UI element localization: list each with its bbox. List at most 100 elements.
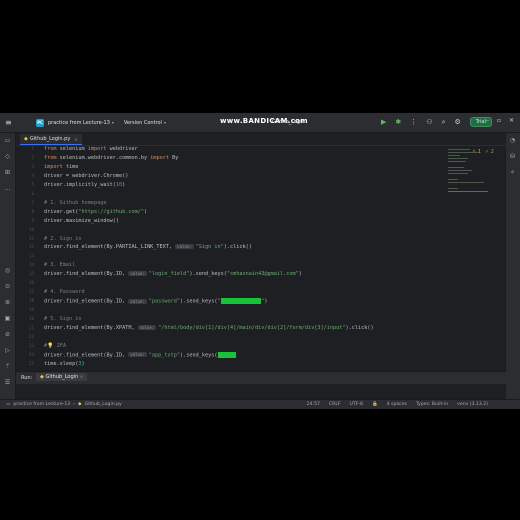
- status-bar: ▭ practice from Lecture-13 › ◆ Github_Lo…: [0, 399, 520, 409]
- code-line[interactable]: driver.find_element(By.ID, value: "login_…: [44, 271, 302, 277]
- run-tab-github-login[interactable]: ◆ Github_Login ✕: [36, 373, 88, 381]
- settings-icon[interactable]: ⚙: [455, 118, 461, 126]
- database-icon[interactable]: ⛁: [509, 153, 516, 160]
- chevron-down-icon[interactable]: ▾: [164, 120, 166, 125]
- code-line[interactable]: driver.maximize_window(): [44, 218, 119, 224]
- close-icon[interactable]: ✕: [509, 117, 514, 124]
- notifications-icon[interactable]: ◔: [509, 137, 516, 144]
- maximize-icon[interactable]: ▫: [497, 117, 501, 124]
- code-minimap[interactable]: [448, 149, 498, 209]
- code-line[interactable]: driver.implicitly_wait(10): [44, 182, 125, 188]
- account-icon[interactable]: ⚇: [426, 118, 432, 126]
- code-token: selenium: [59, 146, 88, 152]
- breadcrumb-project[interactable]: practice from Lecture-13: [13, 402, 70, 407]
- version-control-menu[interactable]: Version Control: [124, 120, 162, 126]
- string-token: "Sign in": [195, 244, 224, 251]
- code-line[interactable]: import time: [44, 164, 78, 170]
- code-line[interactable]: driver = webdriver.Chrome(): [44, 173, 128, 179]
- hamburger-menu-icon[interactable]: ≡: [5, 118, 12, 127]
- parameter-hint: value:: [137, 325, 157, 330]
- tab-github-login[interactable]: ◆ Github_Login.py ✕: [20, 134, 82, 145]
- ai-assistant-icon[interactable]: ✧: [509, 169, 516, 176]
- python-interpreter[interactable]: venv (3.13.2): [457, 402, 488, 407]
- terminal-icon[interactable]: ▣: [4, 315, 11, 322]
- code-line[interactable]: # 3. Email: [44, 262, 75, 268]
- types-setting[interactable]: Types: Built-in: [416, 402, 448, 407]
- code-token: ).click(): [223, 244, 252, 251]
- debug-icon[interactable]: ✱: [395, 118, 401, 126]
- line-number: 22: [28, 333, 34, 339]
- code-line[interactable]: time.sleep(3): [44, 361, 85, 367]
- run-output-area[interactable]: [16, 384, 506, 398]
- keyword-token: from: [44, 154, 60, 161]
- line-number: 14: [28, 262, 34, 268]
- code-line[interactable]: # 1. Github homepage: [44, 200, 106, 206]
- code-line[interactable]: driver.find_element(By.XPATH, value: "/ht…: [44, 325, 374, 331]
- parameter-hint: value:: [128, 298, 147, 304]
- string-token: "login_field": [148, 271, 190, 278]
- run-configuration-selector[interactable]: Github_Login: [272, 119, 305, 125]
- window-controls: – ▫ ✕: [486, 117, 514, 124]
- code-line[interactable]: driver.get("https://github.com/"): [44, 209, 147, 215]
- version-control-tool-icon[interactable]: ᛘ: [4, 363, 11, 370]
- line-number: 12: [28, 244, 34, 250]
- comment-token: # 1. Github homepage: [44, 199, 107, 206]
- line-number: 16: [28, 280, 34, 286]
- comment-token: # 4. Password: [44, 289, 85, 296]
- more-tools-icon[interactable]: …: [4, 185, 11, 192]
- services-icon[interactable]: ⊛: [4, 299, 11, 306]
- search-icon[interactable]: ⌕: [442, 118, 446, 127]
- project-tool-icon[interactable]: ▭: [4, 137, 11, 144]
- chevron-down-icon[interactable]: ▾: [112, 120, 114, 125]
- close-tab-icon[interactable]: ✕: [74, 137, 77, 142]
- code-line[interactable]: from selenium import webdriver: [44, 146, 138, 152]
- python-console-icon[interactable]: ⊙: [4, 283, 11, 290]
- structure-tool-icon[interactable]: ⊞: [4, 169, 11, 176]
- code-line[interactable]: # 2. Sign in: [44, 236, 81, 242]
- code-line[interactable]: # 5. Sign in: [44, 316, 81, 322]
- run-icon[interactable]: ▶: [381, 118, 386, 126]
- line-number: 10: [28, 226, 34, 232]
- line-number: 6: [31, 190, 34, 196]
- line-number: 15: [28, 271, 34, 277]
- caret-position[interactable]: 24:57: [307, 402, 320, 407]
- status-widgets: 24:57 CRLF UTF-8 🔓 4 spaces Types: Built…: [307, 402, 488, 407]
- python-packages-icon[interactable]: ◎: [4, 267, 11, 274]
- line-number: 23: [28, 342, 34, 348]
- code-editor[interactable]: from selenium import webdriver from selen…: [44, 146, 439, 384]
- line-number: 25: [28, 360, 34, 366]
- line-number: 13: [28, 253, 34, 259]
- breadcrumb-file[interactable]: Github_Login.py: [85, 402, 122, 407]
- code-line[interactable]: driver.find_element(By.ID, value: "app_to…: [44, 351, 237, 358]
- lock-icon[interactable]: 🔓: [372, 402, 378, 407]
- run-tool-icon[interactable]: ▷: [4, 347, 11, 354]
- code-line[interactable]: from selenium.webdriver.common.by import…: [44, 155, 178, 161]
- more-actions-icon[interactable]: ⋮: [410, 118, 417, 126]
- chevron-right-icon: ›: [73, 402, 76, 407]
- comment-token: # 2. Sign in: [44, 235, 82, 242]
- problems-icon[interactable]: ⊘: [4, 331, 11, 338]
- indent-setting[interactable]: 4 spaces: [387, 402, 407, 407]
- toolbar-actions: ▶ ✱ ⋮ ⚇ ⌕ ⚙ Trial: [381, 117, 492, 127]
- code-token: ): [81, 360, 85, 367]
- commit-tool-icon[interactable]: ◇: [4, 153, 11, 160]
- file-encoding[interactable]: UTF-8: [350, 402, 363, 407]
- line-number: 4: [31, 172, 34, 178]
- comment-token: # 5. Sign in: [44, 316, 82, 323]
- tab-label: Github_Login.py: [29, 136, 71, 142]
- string-token: "smhasnain43@gmail.com": [226, 271, 299, 278]
- todo-icon[interactable]: ☰: [4, 379, 11, 386]
- code-line[interactable]: driver.find_element(By.ID, value: "passwo…: [44, 298, 267, 305]
- code-line[interactable]: # 4. Password: [44, 289, 85, 295]
- parameter-hint: value:: [128, 352, 147, 358]
- code-line[interactable]: driver.find_element(By.PARTIAL_LINK_TEXT…: [44, 244, 252, 250]
- code-token: By: [172, 154, 179, 161]
- minimize-icon[interactable]: –: [486, 117, 489, 124]
- code-token: ): [122, 181, 126, 188]
- project-badge[interactable]: PC: [36, 118, 44, 127]
- line-separator[interactable]: CRLF: [329, 402, 341, 407]
- code-token: ).send_keys(: [189, 271, 227, 278]
- close-tab-icon[interactable]: ✕: [80, 374, 83, 379]
- project-name[interactable]: practice from Lecture-13: [48, 120, 110, 126]
- code-line[interactable]: #💡 2FA: [44, 343, 66, 349]
